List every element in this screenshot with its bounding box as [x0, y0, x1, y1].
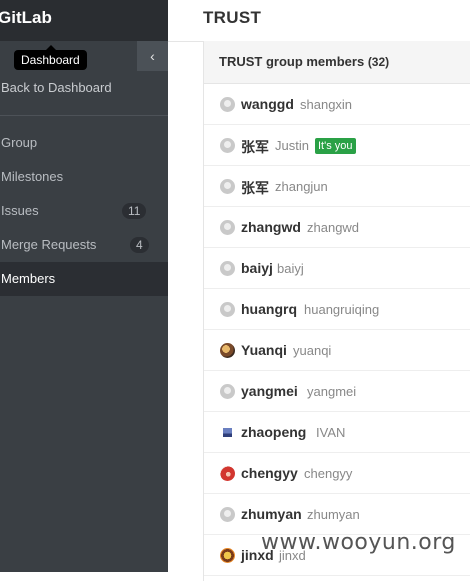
member-name[interactable]: baiyj — [241, 260, 273, 276]
issues-count-badge: 11 — [122, 203, 147, 219]
dashboard-tooltip: Dashboard — [14, 45, 87, 70]
avatar — [220, 302, 235, 317]
members-panel-title: TRUST group members (32) — [219, 54, 389, 69]
avatar — [220, 466, 235, 481]
brand-logo-text[interactable]: GitLab — [0, 8, 52, 28]
avatar — [220, 179, 235, 194]
chevron-left-icon: ‹ — [150, 48, 155, 64]
avatar — [220, 220, 235, 235]
avatar — [220, 384, 235, 399]
avatar — [220, 97, 235, 112]
member-row: chengyy chengyy — [204, 453, 470, 494]
its-you-badge: It's you — [315, 138, 356, 154]
sidebar-divider — [0, 115, 168, 116]
avatar — [220, 507, 235, 522]
members-panel: TRUST group members (32) wanggd shangxin… — [203, 41, 470, 581]
members-panel-title-text: TRUST group members — [219, 54, 365, 69]
member-row: Yuanqi yuanqi — [204, 330, 470, 371]
sidebar-item-label: Group — [1, 135, 38, 150]
member-row: baiyj baiyj — [204, 248, 470, 289]
member-row: zhaopeng IVAN — [204, 412, 470, 453]
member-name[interactable]: zhaopeng — [241, 424, 306, 440]
member-name[interactable]: huangrq — [241, 301, 297, 317]
member-username: yuanqi — [293, 343, 332, 358]
member-name[interactable]: Yuanqi — [241, 342, 287, 358]
member-username: yangmei — [307, 384, 357, 399]
sidebar-item-members[interactable]: Members — [0, 262, 168, 296]
member-row: wanggd shangxin — [204, 84, 470, 125]
member-row: yangmei yangmei — [204, 371, 470, 412]
member-name[interactable]: zhangwd — [241, 219, 301, 235]
sidebar-item-milestones[interactable]: Milestones — [0, 160, 168, 194]
page-title: TRUST — [203, 8, 262, 27]
avatar — [220, 343, 235, 358]
member-username: shangxin — [300, 97, 353, 112]
member-row: 张军 Justin It's you — [204, 125, 470, 166]
sidebar-item-issues[interactable]: Issues 11 — [0, 194, 168, 228]
sidebar-item-label: Merge Requests — [1, 237, 97, 252]
watermark-text: www.wooyun.org — [261, 530, 456, 555]
member-username: zhangwd — [307, 220, 360, 235]
members-panel-header: TRUST group members (32) — [204, 41, 470, 84]
member-row: 张军 zhangjun — [204, 166, 470, 207]
sidebar: GitLab ‹ Dashboard Back to Dashboard Gro… — [0, 0, 168, 572]
member-username: zhumyan — [307, 507, 360, 522]
merge-requests-count-badge: 4 — [130, 237, 149, 253]
member-name[interactable]: 张军 — [241, 137, 269, 157]
member-row: zhumyan zhumyan — [204, 494, 470, 535]
back-to-dashboard-link[interactable]: Back to Dashboard — [1, 80, 112, 95]
member-username: zhangjun — [275, 179, 328, 194]
member-username: chengyy — [304, 466, 353, 481]
members-count: (32) — [367, 55, 390, 69]
avatar — [220, 261, 235, 276]
member-username: IVAN — [316, 425, 346, 440]
main-content: TRUST TRUST group members (32) wanggd sh… — [168, 0, 470, 581]
member-name[interactable]: yangmei — [241, 383, 298, 399]
avatar — [220, 548, 235, 563]
sidebar-item-label: Members — [1, 271, 56, 286]
member-username: huangruiqing — [304, 302, 380, 317]
sidebar-item-merge-requests[interactable]: Merge Requests 4 — [0, 228, 168, 262]
brand-bar: GitLab — [0, 0, 168, 41]
sidebar-item-label: Milestones — [1, 169, 64, 184]
member-name[interactable]: 张军 — [241, 178, 269, 198]
sidebar-item-label: Issues — [1, 203, 39, 218]
sidebar-item-group[interactable]: Group — [0, 126, 168, 160]
member-username: Justin — [275, 138, 309, 153]
avatar — [220, 138, 235, 153]
member-name[interactable]: wanggd — [241, 96, 294, 112]
avatar — [223, 425, 232, 440]
collapse-sidebar-button[interactable]: ‹ — [137, 41, 168, 71]
member-row: zhangwd zhangwd — [204, 207, 470, 248]
member-name[interactable]: zhumyan — [241, 506, 302, 522]
member-username: baiyj — [277, 261, 304, 276]
member-row: huangrq huangruiqing — [204, 289, 470, 330]
member-name[interactable]: chengyy — [241, 465, 298, 481]
